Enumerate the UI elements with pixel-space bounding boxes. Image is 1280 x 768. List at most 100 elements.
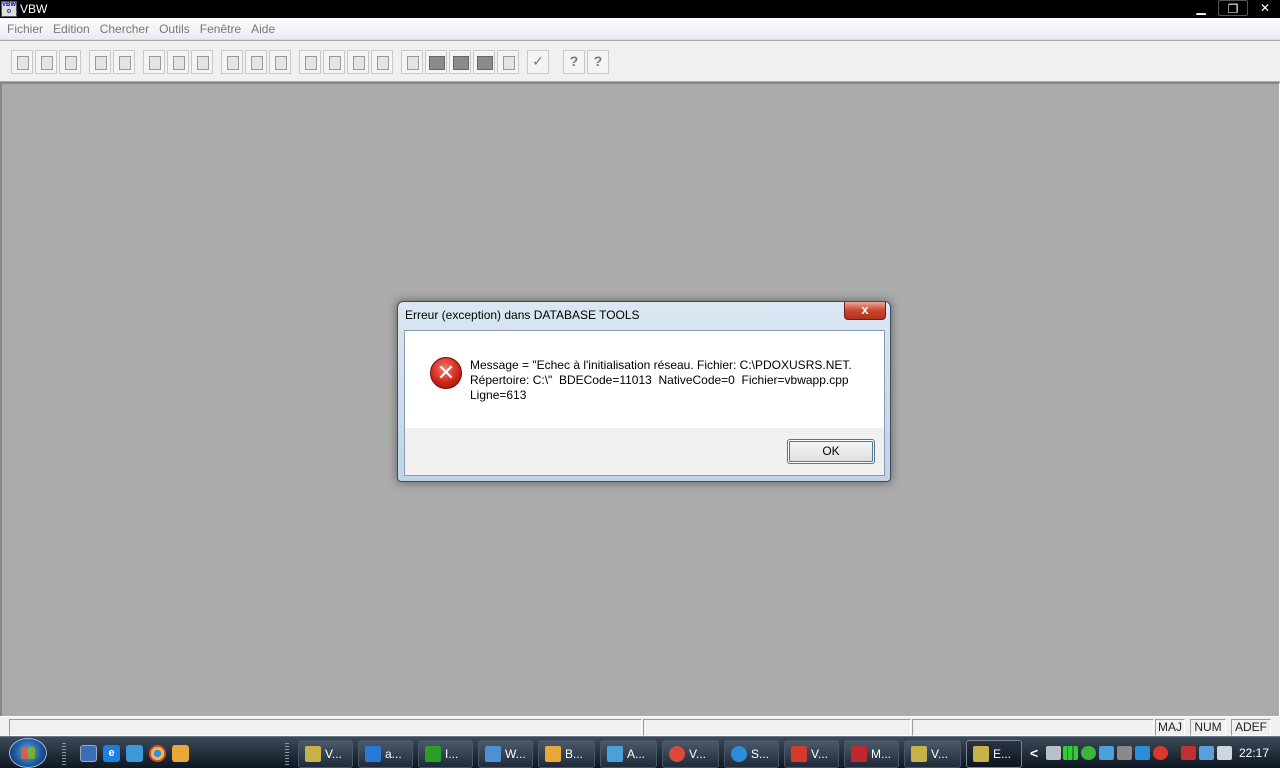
chrome-icon[interactable] [149, 745, 166, 762]
quicklaunch-grip[interactable] [62, 743, 66, 765]
status-maj: MAJ [1155, 719, 1185, 736]
menu-fenetre[interactable]: Fenêtre [195, 22, 246, 36]
status-adef: ADEF [1231, 719, 1271, 736]
opera-tray-icon[interactable] [1153, 746, 1168, 760]
chart-button[interactable] [323, 50, 345, 74]
menu-outils[interactable]: Outils [154, 22, 195, 36]
status-pane-extra [912, 719, 1154, 736]
dialog-title: Erreur (exception) dans DATABASE TOOLS [405, 308, 640, 322]
minimize-button[interactable]: ▁ [1186, 0, 1216, 16]
messenger-tray-icon[interactable] [1099, 746, 1114, 760]
context-help-button[interactable]: ? [587, 50, 609, 74]
task-label: V... [811, 747, 828, 761]
menu-aide[interactable]: Aide [246, 22, 280, 36]
printer-tray-icon[interactable] [1046, 746, 1061, 760]
toolbar: ✓ ? ? [0, 41, 1280, 82]
vbw-task-icon [973, 746, 989, 762]
validate-button[interactable]: ✓ [527, 50, 549, 74]
task-button[interactable]: a... [358, 740, 413, 768]
task-button[interactable]: V... [662, 740, 719, 768]
task-button[interactable]: V... [904, 740, 961, 768]
lasso-button[interactable] [269, 50, 291, 74]
search-doc-button[interactable] [191, 50, 213, 74]
task-button[interactable]: W... [478, 740, 533, 768]
shield-tray-icon[interactable] [1081, 746, 1096, 760]
task-label: M... [871, 747, 891, 761]
title-bar: VBW ⚙ VBW ▁ ❐ ✕ [0, 0, 1280, 18]
error-icon: ✕ [430, 357, 462, 389]
window-controls: ▁ ❐ ✕ [1186, 0, 1280, 18]
check-icon: ✓ [532, 53, 544, 69]
panel-button[interactable] [473, 50, 495, 74]
task-button[interactable]: V... [298, 740, 353, 768]
task-label: W... [505, 747, 526, 761]
question-icon: ? [569, 53, 579, 69]
print-button[interactable] [89, 50, 111, 74]
edit-button[interactable] [245, 50, 267, 74]
status-pane-info [643, 719, 911, 736]
menu-chercher[interactable]: Chercher [95, 22, 154, 36]
block-button[interactable] [425, 50, 447, 74]
form-button[interactable] [221, 50, 243, 74]
split-button[interactable] [167, 50, 189, 74]
task-label: V... [689, 747, 706, 761]
clock[interactable]: 22:17 [1239, 746, 1269, 760]
task-label: I... [445, 747, 459, 761]
pointer-question-icon: ? [593, 53, 603, 69]
network-tray-icon[interactable] [1117, 746, 1132, 760]
open-table-button[interactable] [35, 50, 57, 74]
vbw-task-icon [911, 746, 927, 762]
keyboard-button[interactable] [113, 50, 135, 74]
start-button[interactable] [9, 738, 47, 768]
vbw-app-icon[interactable]: VBW ⚙ [1, 1, 17, 17]
close-button[interactable]: ✕ [1250, 0, 1280, 16]
page-button[interactable] [347, 50, 369, 74]
dialog-body: ✕ Message = "Echec à l'initialisation ré… [404, 330, 885, 476]
show-desktop-icon[interactable] [80, 745, 97, 762]
volume-icon[interactable] [1217, 746, 1232, 760]
frame-button[interactable] [401, 50, 423, 74]
dialog-close-button[interactable]: x [844, 302, 886, 320]
flag-task-icon [425, 746, 441, 762]
messenger-icon[interactable] [126, 745, 143, 762]
signal-tray-icon[interactable] [1063, 746, 1078, 760]
ie-task-icon [365, 746, 381, 762]
print-preview-button[interactable] [371, 50, 393, 74]
users-task-icon [607, 746, 623, 762]
chat-icon[interactable] [172, 745, 189, 762]
dropbox-tray-icon[interactable] [1135, 746, 1150, 760]
window-title: VBW [20, 2, 48, 16]
flag-uk-task-icon [851, 746, 867, 762]
task-label: A... [627, 747, 646, 761]
cut-button[interactable] [143, 50, 165, 74]
task-button[interactable]: B... [538, 740, 595, 768]
image-button[interactable] [497, 50, 519, 74]
message-line: Message = "Echec à l'initialisation rése… [470, 358, 852, 372]
task-label: V... [931, 747, 948, 761]
skype-task-icon [731, 746, 747, 762]
menu-edition[interactable]: Edition [48, 22, 95, 36]
restore-button[interactable]: ❐ [1218, 0, 1248, 16]
help-button[interactable]: ? [563, 50, 585, 74]
menu-bar: Fichier Edition Chercher Outils Fenêtre … [0, 18, 1280, 40]
new-record-button[interactable] [11, 50, 33, 74]
network-connection-icon[interactable] [1199, 746, 1214, 760]
task-button[interactable]: M... [844, 740, 899, 768]
ok-button[interactable]: OK [787, 439, 875, 464]
task-button[interactable]: S... [724, 740, 779, 768]
fill-button[interactable] [449, 50, 471, 74]
query-button[interactable] [59, 50, 81, 74]
task-label: V... [325, 747, 342, 761]
pdf-task-icon [791, 746, 807, 762]
sheet-button[interactable] [299, 50, 321, 74]
task-label: E... [993, 747, 1012, 761]
menu-fichier[interactable]: Fichier [2, 22, 48, 36]
ie-icon[interactable]: e [103, 745, 120, 762]
tray-expand-icon[interactable]: < [1030, 745, 1038, 761]
task-button[interactable]: V... [784, 740, 839, 768]
taskbar-grip[interactable] [285, 743, 289, 765]
task-button[interactable]: A... [600, 740, 657, 768]
task-button-active[interactable]: E... [966, 740, 1022, 768]
usb-tray-icon[interactable] [1181, 746, 1196, 760]
task-button[interactable]: I... [418, 740, 473, 768]
